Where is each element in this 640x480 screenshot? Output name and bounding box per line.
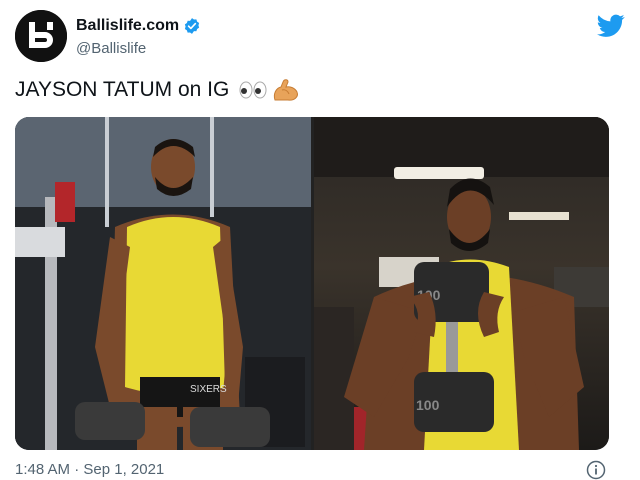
tweet-timestamp[interactable]: 1:48 AM · Sep 1, 2021 [15, 461, 164, 478]
author-handle[interactable]: @Ballislife [76, 40, 146, 57]
tweet-header: Ballislife.com @Ballislife [15, 10, 625, 66]
tweet-text-row: JAYSON TATUM on IG [15, 78, 300, 102]
eyes-emoji [239, 81, 267, 99]
verified-badge-icon [185, 18, 200, 34]
flexed-biceps-emoji [274, 79, 299, 101]
shorts-logo-text: SIXERS [190, 384, 227, 395]
info-icon[interactable] [586, 460, 606, 480]
dumbbell-bottom-label: 100 [416, 397, 440, 413]
twitter-bird-icon[interactable] [597, 14, 625, 38]
ballislife-logo-icon[interactable] [15, 10, 67, 62]
tweet-media[interactable]: SIXERS 100 100 [15, 117, 609, 450]
author-name[interactable]: Ballislife.com [76, 17, 179, 35]
tatum-photo-left[interactable]: SIXERS [15, 117, 311, 450]
tatum-photo-right[interactable]: 100 100 [314, 117, 609, 450]
tweet-text: JAYSON TATUM on IG [15, 78, 230, 101]
author-name-row[interactable]: Ballislife.com [76, 17, 201, 35]
